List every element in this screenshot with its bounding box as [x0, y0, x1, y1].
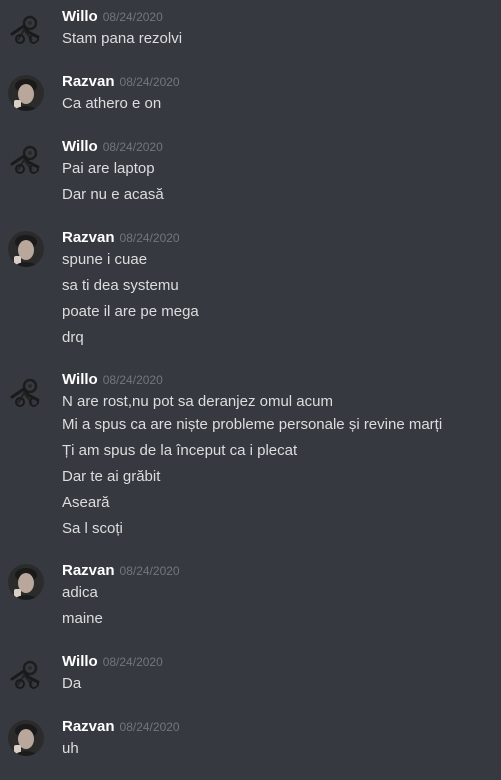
timestamp[interactable]: 08/24/2020: [103, 140, 163, 154]
willo-avatar-icon[interactable]: [8, 140, 44, 176]
message-text: adica: [62, 584, 98, 601]
willo-avatar-icon[interactable]: [8, 10, 44, 46]
razvan-avatar-icon[interactable]: [8, 564, 44, 600]
timestamp[interactable]: 08/24/2020: [120, 75, 180, 89]
message-text: Sa l scoți: [62, 520, 123, 537]
message-header: Razvan 08/24/2020: [62, 561, 180, 581]
razvan-avatar-icon[interactable]: [8, 720, 44, 756]
author-name[interactable]: Razvan: [62, 718, 115, 735]
author-name[interactable]: Razvan: [62, 229, 115, 246]
message-header: Willo 08/24/2020: [62, 652, 163, 672]
message-text: sa ti dea systemu: [62, 277, 179, 294]
author-name[interactable]: Razvan: [62, 73, 115, 90]
message-text: Stam pana rezolvi: [62, 30, 183, 47]
message-text: maine: [62, 610, 103, 627]
willo-avatar-icon[interactable]: [8, 655, 44, 691]
author-name[interactable]: Razvan: [62, 562, 115, 579]
timestamp[interactable]: 08/24/2020: [120, 564, 180, 578]
timestamp[interactable]: 08/24/2020: [103, 10, 163, 24]
message-header: Razvan 08/24/2020: [62, 228, 180, 248]
message-text: Dar nu e acasă: [62, 186, 164, 203]
author-name[interactable]: Willo: [62, 8, 98, 25]
message-header: Razvan 08/24/2020: [62, 717, 180, 737]
message-header: Razvan 08/24/2020: [62, 72, 180, 92]
message-text: Dar te ai grăbit: [62, 468, 161, 485]
razvan-avatar-icon[interactable]: [8, 75, 44, 111]
message-text: N are rost,nu pot sa deranjez omul acum: [62, 393, 333, 410]
message-text: Ca athero e on: [62, 95, 162, 112]
timestamp[interactable]: 08/24/2020: [120, 720, 180, 734]
timestamp[interactable]: 08/24/2020: [120, 231, 180, 245]
message-header: Willo 08/24/2020: [62, 7, 163, 27]
message-text: Ți am spus de la început ca i plecat: [62, 442, 298, 459]
message-header: Willo 08/24/2020: [62, 370, 163, 390]
author-name[interactable]: Willo: [62, 371, 98, 388]
timestamp[interactable]: 08/24/2020: [103, 373, 163, 387]
message-text: spune i cuae: [62, 251, 148, 268]
timestamp[interactable]: 08/24/2020: [103, 655, 163, 669]
author-name[interactable]: Willo: [62, 653, 98, 670]
message-text: drq: [62, 329, 84, 346]
razvan-avatar-icon[interactable]: [8, 231, 44, 267]
message-text: uh: [62, 740, 79, 757]
message-text: poate il are pe mega: [62, 303, 199, 320]
message-header: Willo 08/24/2020: [62, 137, 163, 157]
message-text: Pai are laptop: [62, 160, 155, 177]
author-name[interactable]: Willo: [62, 138, 98, 155]
willo-avatar-icon[interactable]: [8, 373, 44, 409]
message-text: Da: [62, 675, 82, 692]
message-text: Mi a spus ca are niște probleme personal…: [62, 416, 443, 433]
message-text: Aseară: [62, 494, 110, 511]
